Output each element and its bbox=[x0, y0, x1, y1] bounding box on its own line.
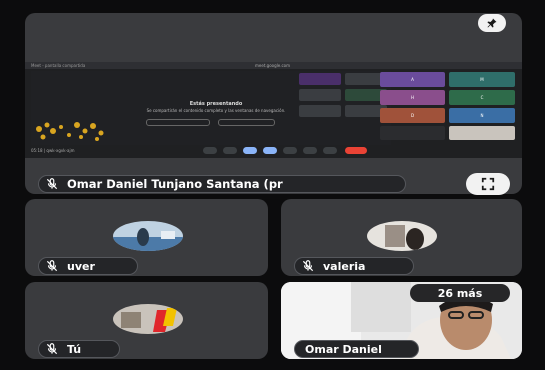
shared-grid-tile: H bbox=[380, 90, 445, 105]
shared-title: Estás presentando bbox=[189, 101, 243, 107]
avatar bbox=[113, 221, 183, 251]
shared-body: Se compartirán el contenido completo y l… bbox=[146, 108, 286, 113]
pin-icon bbox=[487, 18, 497, 28]
pin-button[interactable] bbox=[478, 14, 506, 32]
shared-address: Meet - pantalla compartida bbox=[31, 63, 86, 68]
presenter-name-pill: Omar Daniel Tunjano Santana (pr bbox=[38, 175, 406, 193]
shared-control bbox=[263, 147, 277, 154]
mic-off-icon bbox=[302, 260, 314, 272]
mic-off-icon bbox=[46, 178, 58, 190]
shared-url: meet.google.com bbox=[255, 63, 291, 68]
reactions-graphic bbox=[36, 122, 104, 141]
shared-main-area: Estás presentando Se compartirán el cont… bbox=[31, 71, 391, 145]
participant-name: Omar Daniel bbox=[305, 342, 382, 356]
participant-name-pill: Omar Daniel bbox=[294, 340, 419, 358]
shared-grid-tile: C bbox=[449, 90, 515, 105]
mic-off-icon bbox=[46, 260, 58, 272]
shared-control bbox=[283, 147, 297, 154]
fullscreen-icon bbox=[481, 177, 495, 191]
shared-grid-tile: N bbox=[449, 108, 515, 123]
participant-name-pill: valeria bbox=[294, 257, 414, 275]
shared-inner-strip bbox=[299, 73, 389, 133]
participant-name-pill: uver bbox=[38, 257, 138, 275]
participant-name-pill: Tú bbox=[38, 340, 120, 358]
mic-off-icon bbox=[46, 343, 58, 355]
fullscreen-button[interactable] bbox=[466, 173, 510, 195]
shared-control bbox=[223, 147, 237, 154]
shared-camera-thumb bbox=[449, 126, 515, 140]
shared-control bbox=[243, 147, 257, 154]
shared-browser-bar: Meet - pantalla compartida meet.google.c… bbox=[25, 62, 522, 69]
participant-name: uver bbox=[67, 259, 95, 273]
more-participants-badge[interactable]: 26 más bbox=[410, 284, 510, 302]
shared-button-row bbox=[146, 119, 286, 126]
shared-grid-tile: A bbox=[380, 72, 445, 87]
presenter-name: Omar Daniel Tunjano Santana (pr bbox=[67, 177, 283, 191]
shared-control bbox=[303, 147, 317, 154]
avatar bbox=[113, 304, 183, 334]
shared-caption: Estás presentando Se compartirán el cont… bbox=[131, 101, 301, 113]
shared-status: 05:18 | qwk-xgvk-ajm bbox=[31, 148, 75, 153]
shared-control bbox=[203, 147, 217, 154]
shared-control bbox=[323, 147, 337, 154]
shared-grid-tile: D bbox=[380, 108, 445, 123]
shared-screen: Meet - pantalla compartida meet.google.c… bbox=[25, 62, 522, 158]
participant-name: valeria bbox=[323, 259, 366, 273]
participant-name: Tú bbox=[67, 342, 82, 356]
shared-grid-tile: M bbox=[449, 72, 515, 87]
shared-end-call bbox=[345, 147, 367, 154]
avatar bbox=[367, 221, 437, 251]
shared-camera-thumb bbox=[380, 126, 445, 140]
